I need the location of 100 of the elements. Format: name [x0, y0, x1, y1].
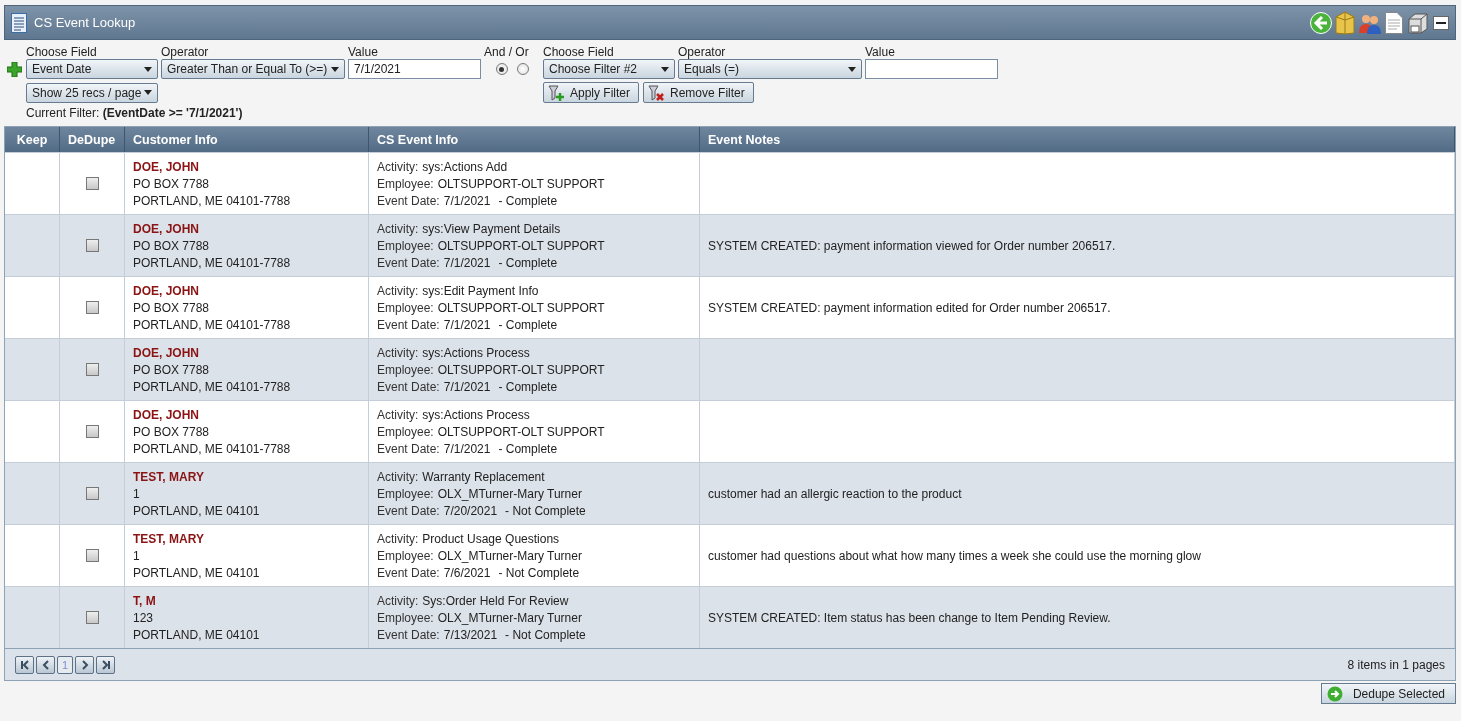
first-page-button[interactable]	[15, 655, 34, 674]
pager-summary: 8 items in 1 pages	[1347, 657, 1445, 672]
field-value: OLTSUPPORT-OLT SUPPORT	[437, 176, 605, 193]
status-text: - Not Complete	[498, 565, 580, 582]
field-value: Sys:Order Held For Review	[422, 593, 569, 610]
customer-name: DOE, JOHN	[133, 159, 200, 176]
field-value: 7/1/2021	[443, 193, 491, 210]
field-value: 7/13/2021	[443, 627, 498, 644]
field-label: Event Date:	[377, 565, 440, 582]
field-label: Event Date:	[377, 627, 440, 644]
apply-filter-button[interactable]: Apply Filter	[543, 82, 640, 103]
next-page-button[interactable]	[75, 655, 94, 674]
radio-button[interactable]	[495, 63, 508, 75]
field-value: OLX_MTurner-Mary Turner	[437, 548, 582, 565]
status-text: - Not Complete	[505, 503, 586, 520]
page-icon[interactable]	[1385, 11, 1403, 34]
field-value: 7/1/2021	[443, 317, 491, 334]
field-label: Event Date:	[377, 317, 440, 334]
field-value: OLX_MTurner-Mary Turner	[437, 486, 582, 503]
event-note: SYSTEM CREATED: Item status has been change to Item Pending Review.	[708, 610, 1111, 625]
funnel-x-icon	[648, 84, 665, 101]
previous-page-icon	[40, 659, 51, 670]
field-label: Employee:	[377, 300, 434, 317]
field-value: OLTSUPPORT-OLT SUPPORT	[437, 300, 605, 317]
caret-icon	[848, 66, 856, 72]
customer-name: T, M	[133, 593, 157, 610]
arrow-right-icon	[1326, 685, 1343, 702]
field-value: 7/1/2021	[443, 441, 491, 458]
value-field[interactable]	[865, 59, 998, 79]
operator-dropdown[interactable]: Greater Than or Equal To (>=)	[161, 59, 345, 79]
address-line: PORTLAND, ME 04101	[133, 565, 261, 582]
operator-dropdown[interactable]: Equals (=)	[678, 59, 862, 79]
last-page-button[interactable]	[96, 655, 115, 674]
first-page-icon	[19, 659, 30, 670]
add-icon[interactable]	[7, 61, 22, 77]
dedupe-checkbox[interactable]	[85, 239, 99, 252]
value-field[interactable]: 7/1/2021	[348, 59, 481, 79]
status-text: - Complete	[498, 193, 558, 210]
customer-name: DOE, JOHN	[133, 407, 200, 424]
address-line: 1	[133, 548, 141, 565]
page-size-dropdown[interactable]: Show 25 recs / page	[26, 82, 158, 103]
field-value: sys:Edit Payment Info	[422, 283, 539, 300]
field-label: Activity:	[377, 531, 419, 548]
field-value: 7/1/2021	[443, 255, 491, 272]
field-dropdown[interactable]: Event Date	[26, 59, 158, 79]
address-line: PO BOX 7788	[133, 238, 211, 255]
next-page-icon	[79, 659, 90, 670]
address-line: PO BOX 7788	[133, 362, 211, 379]
dedupe-selected-button[interactable]: Dedupe Selected	[1320, 683, 1456, 704]
event-note: customer had questions about what how many times a week she could use the morning glow	[708, 548, 1201, 563]
minimize-icon[interactable]	[1433, 15, 1449, 30]
dedupe-checkbox[interactable]	[85, 549, 99, 562]
event-note: SYSTEM CREATED: payment information edited for Order number 206517.	[708, 300, 1111, 315]
field-label: Employee:	[377, 424, 434, 441]
dedupe-checkbox[interactable]	[85, 487, 99, 500]
caret-icon	[144, 90, 152, 95]
field-label: Event Date:	[377, 379, 440, 396]
customer-name: TEST, MARY	[133, 531, 205, 548]
field-label: Activity:	[377, 283, 419, 300]
column-header[interactable]: Event Notes	[700, 127, 1455, 152]
remove-filter-button[interactable]: Remove Filter	[643, 82, 754, 103]
field-label: Employee:	[377, 238, 434, 255]
column-header[interactable]: DeDupe	[60, 127, 125, 152]
column-header[interactable]: Keep	[5, 127, 60, 152]
dedupe-checkbox[interactable]	[85, 363, 99, 376]
caret-icon	[331, 66, 339, 72]
field-label: Activity:	[377, 469, 419, 486]
dedupe-checkbox[interactable]	[85, 301, 99, 314]
field-label: Choose Field	[26, 46, 98, 59]
field-label: Event Date:	[377, 503, 440, 520]
field-value: OLTSUPPORT-OLT SUPPORT	[437, 362, 605, 379]
current-filter-text: Current Filter: (EventDate >= '7/1/2021')	[26, 105, 243, 120]
dedupe-checkbox[interactable]	[85, 425, 99, 438]
dedupe-checkbox[interactable]	[85, 611, 99, 624]
address-line: PO BOX 7788	[133, 176, 211, 193]
dedupe-checkbox[interactable]	[85, 177, 99, 190]
previous-page-button[interactable]	[36, 655, 55, 674]
field-value: sys:Actions Process	[422, 345, 530, 362]
field-label: Employee:	[377, 176, 434, 193]
caret-icon	[661, 66, 669, 72]
address-line: 123	[133, 610, 155, 627]
field-label: Activity:	[377, 345, 419, 362]
field-dropdown[interactable]: Choose Filter #2	[543, 59, 675, 79]
field-value: OLTSUPPORT-OLT SUPPORT	[437, 238, 605, 255]
field-label: Activity:	[377, 221, 419, 238]
field-value: 7/20/2021	[443, 503, 498, 520]
field-value: sys:Actions Process	[422, 407, 530, 424]
column-header[interactable]: CS Event Info	[369, 127, 700, 152]
field-label: Activity:	[377, 159, 419, 176]
customer-name: DOE, JOHN	[133, 345, 200, 362]
status-text: - Complete	[498, 441, 558, 458]
package-icon[interactable]	[1335, 10, 1355, 35]
field-label: Employee:	[377, 548, 434, 565]
column-header[interactable]: Customer Info	[125, 127, 369, 152]
caret-icon	[144, 66, 152, 72]
status-text: - Complete	[498, 317, 558, 334]
field-label: Employee:	[377, 610, 434, 627]
field-label: Operator	[678, 46, 727, 59]
radio-button[interactable]	[516, 63, 529, 75]
printer-icon[interactable]	[1406, 10, 1430, 35]
